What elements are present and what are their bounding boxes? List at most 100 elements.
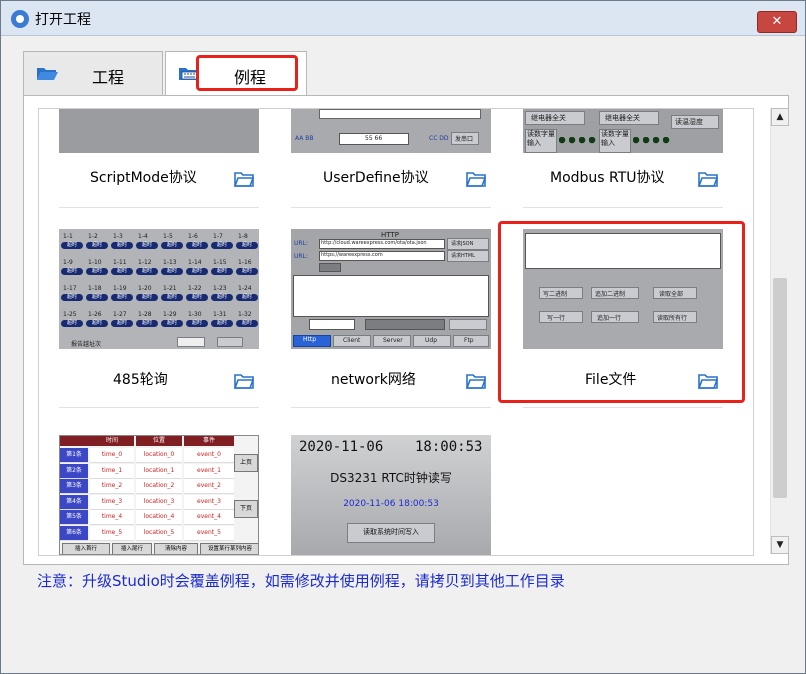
poll-channel-label: 1-14 [188,259,202,266]
poll-status-pill: 超时 [136,294,158,301]
example-label: ScriptMode协议 [90,170,197,186]
poll-channel-label: 1-12 [138,259,152,266]
poll-channel-label: 1-21 [163,285,177,292]
read-input-button: 读数字量输入 [601,130,629,147]
example-user-define[interactable]: AA BB 55 66 CC DD 发串口 UserDefine协议 [291,109,491,209]
send-serial-button: 发串口 [455,136,474,143]
poll-channel-label: 1-10 [88,259,102,266]
table-header-cell: 时间 [90,436,134,446]
poll-channel-label: 1-25 [63,311,77,318]
table-cell: location_0 [136,448,182,463]
note-text: 注意：升级Studio时会覆盖例程，如需修改并使用例程，请拷贝到其他工作目录 [37,572,565,590]
table-cell: location_1 [136,463,182,479]
poll-status-pill: 超时 [136,242,158,249]
table-cell: time_5 [90,525,134,541]
poll-status-pill: 超时 [236,242,258,249]
poll-channel-label: 1-29 [163,311,177,318]
poll-channel-label: 1-32 [238,311,252,318]
divider [291,207,491,208]
rtc-date: 2020-11-06 [299,439,384,455]
poll-channel-label: 1-5 [163,233,173,240]
scroll-thumb[interactable] [773,278,787,498]
folder-icon[interactable] [466,171,486,187]
rtc-time: 18:00:53 [415,439,483,455]
divider [523,207,723,208]
table-cell: event_1 [184,463,234,479]
example-poll-485[interactable]: 1-1 超时 1-2 超时 1-3 超时 1-4 超时 1-5 超时 1-6 超时 1-7 超时 1-8 超时… [59,229,259,409]
folder-icon[interactable] [234,373,254,389]
poll-status-pill: 超时 [161,268,183,275]
folder-icon[interactable] [234,171,254,187]
table-cell: location_2 [136,479,182,494]
close-button[interactable]: ✕ [757,11,797,33]
example-label: network网络 [331,372,416,388]
table-footer-button: 插入尾行 [112,543,152,554]
table-cell: event_4 [184,510,234,525]
url-field: http://cloud.wareexpress.com/ota/ota.jso… [321,240,427,246]
poll-status-pill: 超时 [136,320,158,327]
poll-status-pill: 超时 [61,294,83,301]
poll-channel-label: 1-3 [113,233,123,240]
poll-status-pill: 超时 [111,294,133,301]
example-table-list[interactable]: 时间 位置 事件 第1条 time_0 location_0 event_0 第2条 time_… [59,435,259,555]
read-input-button: 读数字量输入 [527,130,555,147]
example-thumbnail: HTTP URL: http://cloud.wareexpress.com/o… [291,229,491,349]
rtc-datetime: 2020-11-06 18:00:53 [343,499,439,509]
poll-channel-label: 1-6 [188,233,198,240]
scroll-up-button[interactable]: ▲ [771,108,789,126]
poll-channel-label: 1-17 [63,285,77,292]
poll-status-pill: 超时 [61,268,83,275]
vertical-scrollbar[interactable]: ▲ ▼ [770,108,789,554]
poll-channel-label: 1-13 [163,259,177,266]
folder-icon[interactable] [466,373,486,389]
poll-status-pill: 超时 [211,268,233,275]
tab-project-label: 工程 [92,68,125,87]
table-corner [60,436,90,446]
tab-udp: Udp [425,337,438,344]
table-footer-button: 清除内容 [154,543,198,554]
http-title: HTTP [381,231,399,239]
poll-status-pill: 超时 [161,320,183,327]
tab-server: Server [383,337,403,344]
url-label: URL: [294,253,308,260]
example-thumbnail: 1-1 超时 1-2 超时 1-3 超时 1-4 超时 1-5 超时 1-6 超时 1-7 超时 1-8 超时… [59,229,259,349]
example-script-mode[interactable]: ScriptMode协议 [59,109,259,209]
table-row-header: 第4条 [60,494,88,510]
table-header-cell: 位置 [136,436,182,446]
table-cell: time_0 [90,448,134,463]
example-modbus-rtu[interactable]: 继电器全关 继电器全关 读温湿度 读数字量输入 读数字量输入 Modbus RT… [523,109,723,209]
poll-channel-label: 1-26 [88,311,102,318]
poll-status-pill: 超时 [236,320,258,327]
table-cell: time_4 [90,510,134,525]
poll-channel-label: 1-20 [138,285,152,292]
table-cell: time_2 [90,479,134,494]
read-temp-button: 读温湿度 [675,118,703,126]
example-thumbnail: AA BB 55 66 CC DD 发串口 [291,109,491,153]
poll-status-pill: 超时 [161,242,183,249]
app-icon [11,10,29,28]
tab-http: Http [303,336,317,343]
example-thumbnail: 继电器全关 继电器全关 读温湿度 读数字量输入 读数字量输入 [523,109,723,153]
poll-status-pill: 超时 [61,242,83,249]
example-rtc-clock[interactable]: 2020-11-06 18:00:53 DS3231 RTC时钟读写 2020-… [291,435,491,555]
hex-value: CC DD [429,135,449,142]
tab-project[interactable]: 工程 [23,51,163,96]
table-footer-button: 设置某行某列内容 [200,543,258,554]
divider [291,407,491,408]
poll-status-pill: 超时 [211,320,233,327]
scroll-down-button[interactable]: ▼ [771,536,789,554]
poll-channel-label: 1-22 [188,285,202,292]
poll-status-pill: 超时 [86,242,108,249]
request-html-button: 请求HTML [451,253,475,259]
poll-status-pill: 超时 [186,294,208,301]
title-bar: 打开工程 ✕ [1,1,805,36]
poll-status-pill: 超时 [86,294,108,301]
folder-icon[interactable] [698,171,718,187]
poll-footer-label: 报告越址次 [71,341,102,348]
table-cell: event_5 [184,525,234,541]
poll-status-pill: 超时 [186,268,208,275]
hex-value: AA BB [295,135,314,142]
window-title: 打开工程 [35,12,91,28]
poll-channel-label: 1-28 [138,311,152,318]
example-network[interactable]: HTTP URL: http://cloud.wareexpress.com/o… [291,229,491,409]
